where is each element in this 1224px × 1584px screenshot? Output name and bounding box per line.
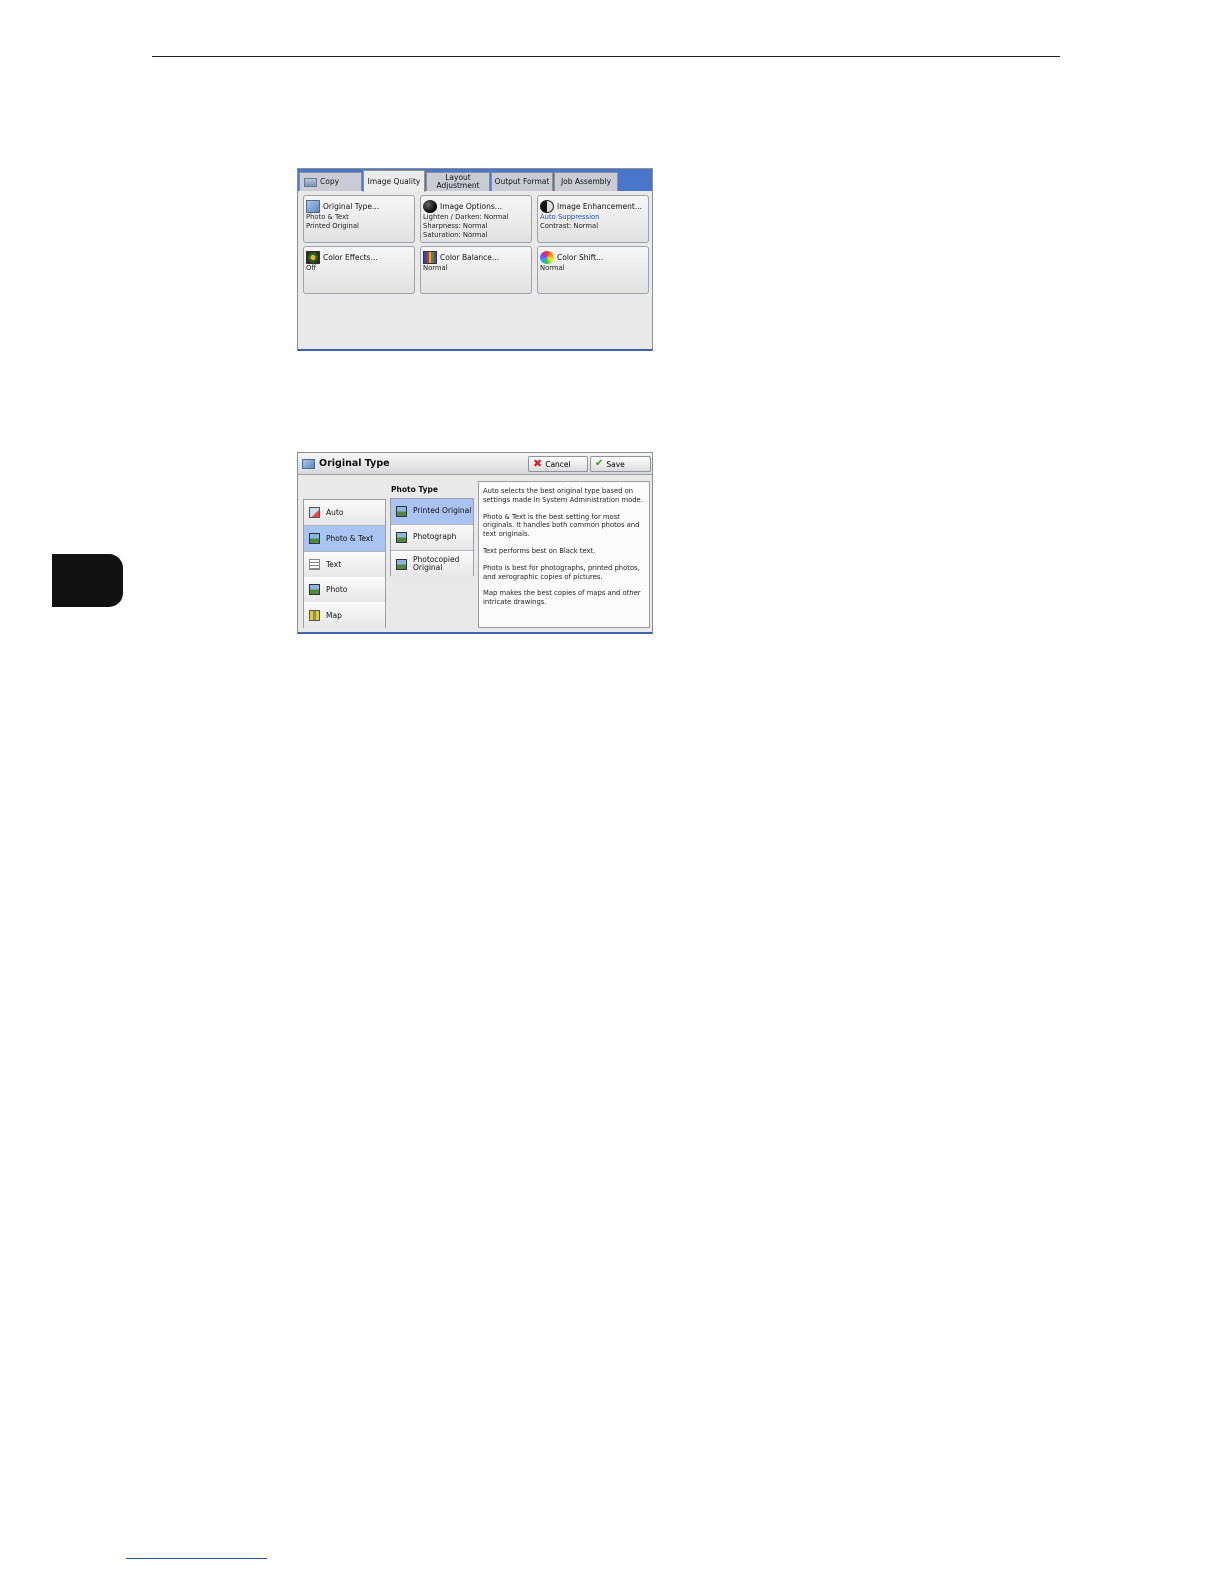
type-option-map[interactable]: Map — [304, 602, 385, 628]
feature-title: Color Shift... — [557, 252, 604, 262]
auto-icon — [309, 507, 320, 518]
feature-value: Normal — [540, 264, 565, 272]
type-option-photo-and-text[interactable]: Photo & Text — [304, 526, 385, 552]
tab-bar: Copy Image Quality Layout Adjustment Out… — [298, 169, 652, 192]
description-paragraph: Photo & Text is the best setting for mos… — [483, 512, 640, 539]
image-options-icon — [423, 199, 437, 213]
photo-type-printed-original[interactable]: Printed Original — [391, 499, 473, 525]
cancel-button[interactable]: ✖ Cancel — [528, 456, 588, 472]
original-type-icon — [302, 458, 315, 469]
tab-image-quality[interactable]: Image Quality — [363, 170, 425, 192]
copy-icon — [304, 177, 317, 187]
description-paragraph: Photo is best for photographs, printed p… — [483, 563, 640, 581]
original-type-list: Auto Photo & Text Text Photo Map — [303, 499, 386, 628]
feature-value: Sharpness: Normal — [423, 222, 488, 230]
chapter-tab-marker — [52, 554, 123, 607]
color-balance-button[interactable]: Color Balance... Normal — [420, 246, 532, 294]
original-type-icon — [306, 199, 320, 213]
type-label: Auto — [326, 508, 344, 517]
tab-label: Layout Adjustment — [436, 173, 480, 190]
image-enhancement-button[interactable]: Image Enhancement... Auto Suppression Co… — [537, 195, 649, 243]
cancel-label: Cancel — [545, 459, 571, 469]
color-effects-icon — [306, 250, 320, 264]
save-button[interactable]: ✔ Save — [590, 456, 651, 472]
tab-copy[interactable]: Copy — [299, 172, 362, 191]
tab-label: Copy — [320, 177, 340, 186]
close-icon: ✖ — [533, 457, 543, 470]
feature-value: Printed Original — [306, 222, 359, 230]
photo-type-list: Printed Original Photograph Photocopied … — [390, 498, 474, 577]
feature-title: Color Effects... — [323, 252, 378, 262]
save-label: Save — [606, 459, 625, 469]
tab-output-format[interactable]: Output Format — [491, 172, 553, 191]
feature-value: Photo & Text — [306, 213, 349, 221]
image-options-button[interactable]: Image Options... Lighten / Darken: Norma… — [420, 195, 532, 243]
type-label: Text — [326, 560, 342, 569]
photo-type-photograph[interactable]: Photograph — [391, 525, 473, 551]
tab-layout-adjustment[interactable]: Layout Adjustment — [426, 172, 490, 191]
type-label: Photo & Text — [326, 534, 374, 543]
photo-and-text-icon — [309, 533, 320, 544]
original-type-screen: Original Type ✖ Cancel ✔ Save Auto Photo… — [297, 452, 653, 634]
feature-value: Auto Suppression — [540, 213, 600, 221]
screen-title: Original Type — [319, 458, 390, 469]
text-icon — [309, 559, 320, 570]
original-type-button[interactable]: Original Type... Photo & Text Printed Or… — [303, 195, 415, 243]
type-option-text[interactable]: Text — [304, 552, 385, 578]
feature-title: Original Type... — [323, 201, 380, 211]
footer-link-rule — [126, 1558, 267, 1559]
printed-original-icon — [396, 506, 407, 517]
tab-label: Image Quality — [367, 176, 421, 186]
color-balance-icon — [423, 250, 437, 264]
type-label: Photo — [326, 585, 348, 594]
tab-label: Job Assembly — [560, 177, 612, 186]
type-label: Map — [326, 610, 342, 620]
description-paragraph: Auto selects the best original type base… — [483, 487, 643, 504]
photograph-icon — [396, 532, 407, 543]
image-enhancement-icon — [540, 199, 554, 213]
photo-type-photocopied-original[interactable]: Photocopied Original — [391, 551, 473, 577]
type-option-photo[interactable]: Photo — [304, 577, 385, 603]
feature-value: Lighten / Darken: Normal — [423, 213, 509, 221]
feature-value: Saturation: Normal — [423, 231, 488, 239]
description-panel: Auto selects the best original type base… — [478, 481, 650, 628]
photo-type-label: Photograph — [413, 532, 457, 542]
feature-value: Contrast: Normal — [540, 222, 599, 230]
feature-value: Off — [306, 264, 317, 272]
photo-type-label: Photocopied Original — [413, 554, 460, 572]
photo-type-heading: Photo Type — [391, 485, 438, 494]
feature-title: Image Enhancement... — [557, 201, 642, 211]
photocopied-original-icon — [396, 558, 407, 570]
map-icon — [309, 609, 320, 621]
screen-header: Original Type ✖ Cancel ✔ Save — [298, 453, 652, 475]
color-shift-icon — [540, 250, 554, 264]
type-option-auto[interactable]: Auto — [304, 500, 385, 526]
color-effects-button[interactable]: Color Effects... Off — [303, 246, 415, 294]
header-rule — [152, 56, 1060, 57]
copy-feature-screen: Copy Image Quality Layout Adjustment Out… — [297, 168, 653, 351]
tab-label: Output Format — [494, 177, 550, 186]
checkmark-icon: ✔ — [595, 458, 604, 469]
description-paragraph: Text performs best on Black text. — [483, 546, 596, 555]
feature-title: Color Balance... — [440, 252, 500, 262]
feature-title: Image Options... — [440, 201, 502, 211]
color-shift-button[interactable]: Color Shift... Normal — [537, 246, 649, 294]
description-paragraph: Map makes the best copies of maps and ot… — [483, 589, 641, 607]
tab-job-assembly[interactable]: Job Assembly — [554, 172, 618, 191]
photo-icon — [309, 584, 320, 595]
photo-type-label: Printed Original — [413, 506, 472, 516]
feature-value: Normal — [423, 264, 448, 272]
